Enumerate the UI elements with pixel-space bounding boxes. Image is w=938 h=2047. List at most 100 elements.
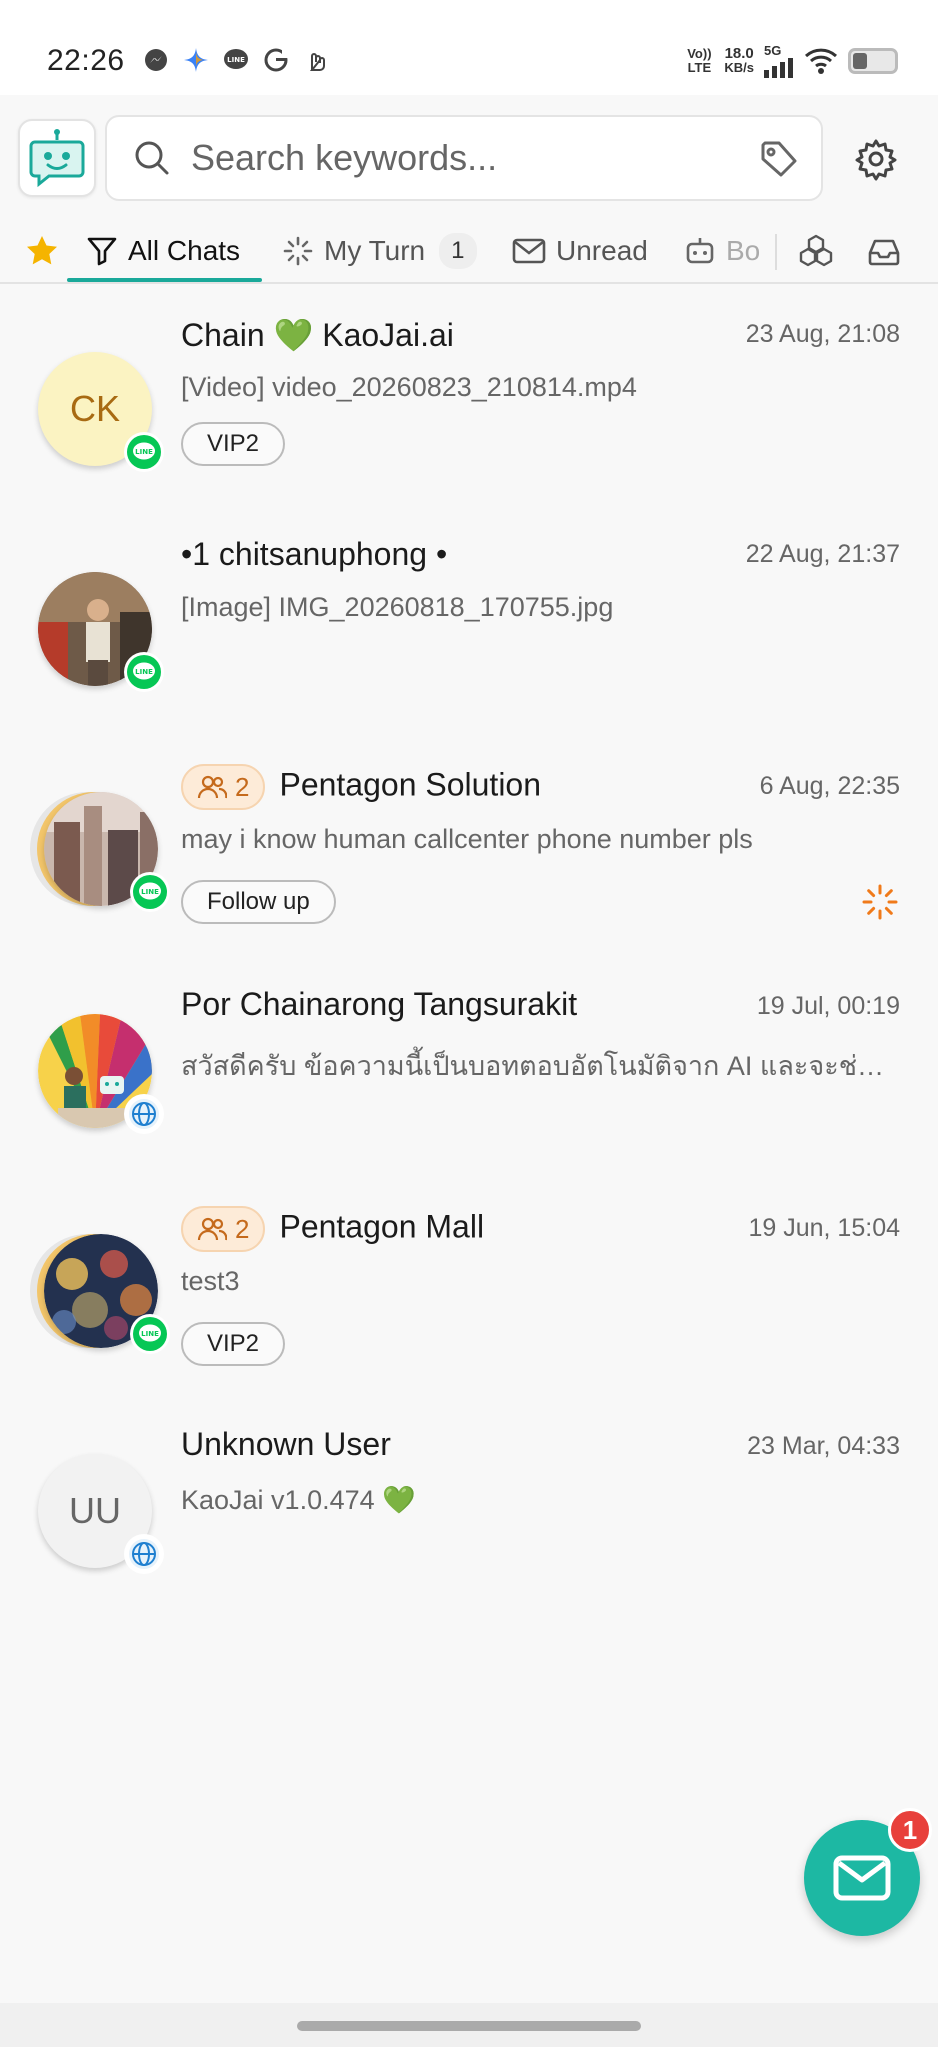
svg-text:LINE: LINE [227, 56, 245, 64]
speed-value: 18.0 [724, 45, 754, 62]
my-turn-count-badge: 1 [439, 233, 477, 269]
chat-list-item[interactable]: Por Chainarong Tangsurakit 19 Jul, 00:19… [0, 954, 938, 1174]
group-member-badge: 2 [181, 1206, 266, 1252]
group-member-count: 2 [235, 1213, 250, 1244]
robot-chat-icon [29, 129, 85, 188]
svg-text:LINE: LINE [135, 448, 153, 456]
tab-unread-label: Unread [556, 235, 648, 266]
tab-inbox[interactable] [866, 220, 912, 282]
web-channel-badge [124, 1094, 164, 1134]
status-app-icons: LINE [142, 46, 330, 74]
status-bar: 22:26 LINE Vo)) LTE 18.0 KB/s 5G [0, 0, 938, 95]
chat-list-item[interactable]: UU Unknown User 23 Mar, 04:33 KaoJai v1.… [0, 1394, 938, 1614]
svg-text:LINE: LINE [141, 1330, 159, 1338]
signal-bars-icon [764, 58, 793, 78]
tab-my-turn[interactable]: My Turn 1 [282, 220, 477, 282]
avatar: UU [38, 1454, 164, 1574]
line-icon: LINE [133, 1317, 167, 1351]
search-bar[interactable] [105, 115, 823, 201]
tab-all-chats[interactable]: All Chats [86, 220, 240, 282]
star-icon [27, 236, 57, 265]
svg-text:LINE: LINE [141, 888, 159, 896]
chat-list-item[interactable]: LINE 2 Pentagon Mall 19 Jun, 15:04 test3… [0, 1174, 938, 1394]
tab-unread[interactable]: Unread [512, 220, 648, 282]
chat-label-chip[interactable]: VIP2 [181, 1322, 286, 1366]
chat-preview: [Video] video_20260823_210814.mp4 [181, 372, 637, 402]
chat-name: Chain 💚 KaoJai.ai [181, 317, 454, 353]
speed-indicator: 18.0 KB/s [724, 45, 754, 75]
chat-date: 19 Jun, 15:04 [748, 1214, 900, 1242]
avatar [38, 1014, 164, 1134]
gear-icon[interactable] [852, 135, 900, 183]
tab-all-chats-label: All Chats [128, 235, 241, 266]
users-icon [197, 775, 227, 799]
messenger-icon [145, 49, 167, 71]
globe-icon [129, 1099, 159, 1129]
avatar: LINE [30, 792, 170, 912]
tag-icon[interactable] [759, 139, 799, 179]
chat-date: 23 Mar, 04:33 [747, 1432, 900, 1460]
inbox-icon [868, 239, 900, 266]
tab-favorites[interactable] [24, 220, 70, 282]
gemini-icon [184, 48, 208, 72]
status-time: 22:26 [47, 44, 125, 77]
chat-label-chip[interactable]: VIP2 [181, 422, 286, 466]
group-member-badge: 2 [181, 764, 266, 810]
chat-name: Pentagon Solution [279, 766, 542, 803]
finger-icon [309, 53, 325, 71]
wifi-icon [804, 48, 838, 74]
chat-name-row: 2 Pentagon Mall [181, 1206, 484, 1252]
app-logo[interactable] [18, 119, 96, 197]
envelope-icon [512, 238, 546, 264]
line-channel-badge: LINE [124, 652, 164, 692]
chat-date: 22 Aug, 21:37 [745, 540, 900, 568]
web-channel-badge [124, 1534, 164, 1574]
chat-preview: KaoJai v1.0.474 💚 [181, 1485, 416, 1515]
line-channel-badge: LINE [124, 432, 164, 472]
tab-bot-label: Bo [726, 235, 761, 266]
cubes-icon [799, 234, 833, 267]
mail-icon [833, 1855, 891, 1901]
avatar: LINE [30, 1234, 170, 1354]
search-input[interactable] [191, 137, 751, 179]
pending-spinner-icon [862, 884, 898, 920]
filter-icon [87, 237, 117, 266]
line-icon: LINE [224, 49, 248, 69]
signal-indicator: 5G [764, 44, 794, 78]
tabs-border [0, 282, 938, 284]
chat-filter-tabs: All Chats My Turn 1 Unread Bo [0, 220, 938, 282]
chat-list-item[interactable]: LINE 2 Pentagon Solution 6 Aug, 22:35 ma… [0, 732, 938, 952]
line-icon: LINE [133, 875, 167, 909]
chat-name: Unknown User [181, 1426, 391, 1462]
chat-list-item[interactable]: CK LINE Chain 💚 KaoJai.ai 23 Aug, 21:08 … [0, 292, 938, 512]
avatar: LINE [38, 572, 164, 692]
battery-icon [848, 48, 898, 74]
google-icon [264, 48, 288, 72]
chat-name-row: 2 Pentagon Solution [181, 764, 541, 810]
chat-date: 19 Jul, 00:19 [756, 992, 900, 1020]
tab-bot[interactable]: Bo [684, 220, 764, 282]
chat-preview: test3 [181, 1266, 240, 1296]
group-member-count: 2 [235, 771, 250, 802]
home-indicator[interactable] [297, 2021, 641, 2031]
line-channel-badge: LINE [130, 872, 170, 912]
globe-icon [129, 1539, 159, 1569]
line-icon: LINE [127, 435, 161, 469]
line-icon: LINE [127, 655, 161, 689]
chat-preview: may i know human callcenter phone number… [181, 824, 753, 854]
tab-groups[interactable] [798, 220, 844, 282]
loading-icon [283, 236, 313, 266]
chat-name: Por Chainarong Tangsurakit [181, 986, 578, 1022]
svg-text:LINE: LINE [135, 668, 153, 676]
search-icon [135, 141, 169, 175]
chat-date: 23 Aug, 21:08 [745, 320, 900, 348]
status-right: Vo)) LTE 18.0 KB/s 5G [684, 44, 898, 78]
signal-label: 5G [764, 43, 782, 58]
tabs-divider [775, 234, 777, 270]
users-icon [197, 1217, 227, 1241]
line-channel-badge: LINE [130, 1314, 170, 1354]
chat-list-item[interactable]: LINE •1 chitsanuphong • 22 Aug, 21:37 [I… [0, 512, 938, 732]
chat-preview: [Image] IMG_20260818_170755.jpg [181, 592, 614, 622]
chat-label-chip[interactable]: Follow up [181, 880, 336, 924]
fab-unread-badge: 1 [888, 1808, 932, 1852]
